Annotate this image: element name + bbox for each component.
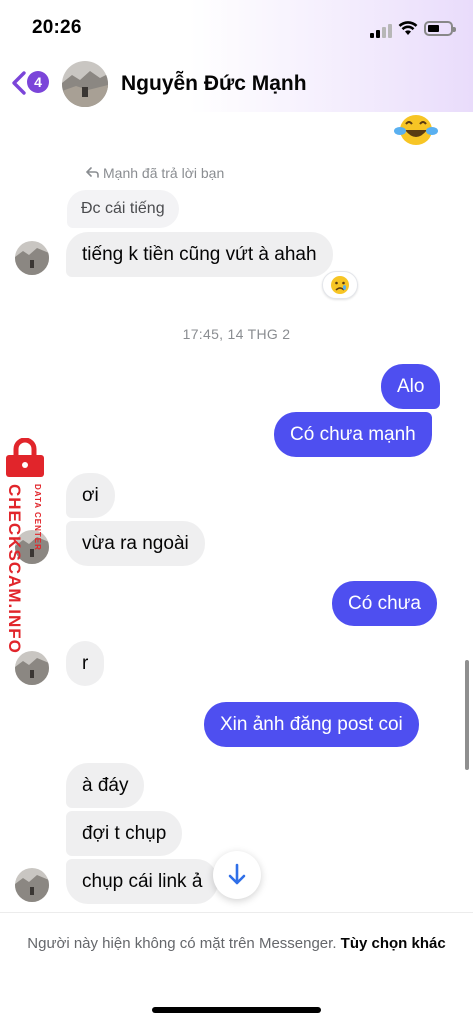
contact-avatar-small: [15, 868, 49, 902]
message-bubble-incoming[interactable]: ơi: [66, 473, 115, 518]
contact-name[interactable]: Nguyễn Đức Mạnh: [121, 72, 307, 96]
availability-notice-text: Người này hiện không có mặt trên Messeng…: [27, 935, 337, 952]
scroll-to-bottom-button[interactable]: [213, 851, 261, 899]
crying-face-icon: [331, 276, 349, 294]
message-bubble-incoming[interactable]: vừa ra ngoài: [66, 521, 205, 566]
contact-avatar[interactable]: [62, 61, 108, 107]
wifi-icon: [398, 21, 418, 35]
back-chevron-icon[interactable]: [10, 70, 28, 96]
home-indicator[interactable]: [152, 1007, 321, 1013]
contact-avatar-small: [15, 241, 49, 275]
conversation-scrollbar[interactable]: [465, 660, 469, 770]
message-bubble-incoming[interactable]: à đáy: [66, 763, 145, 808]
message-bubble-incoming[interactable]: chụp cái link ả: [66, 859, 219, 904]
watermark-subtext: DATA CENTER: [33, 484, 42, 551]
status-time: 20:26: [32, 17, 82, 38]
checkscam-watermark: CHECKSCAM.INFO DATA CENTER: [0, 438, 60, 668]
message-bubble-outgoing[interactable]: Có chưa mạnh: [274, 412, 432, 457]
unread-count-badge[interactable]: 4: [27, 71, 49, 93]
message-bubble-incoming[interactable]: tiếng k tiền cũng vứt à ahah: [66, 232, 333, 277]
reply-note-text: Mạnh đã trả lời bạn: [103, 165, 225, 181]
message-bubble-incoming[interactable]: r: [66, 641, 105, 686]
reaction-badge[interactable]: [322, 271, 358, 299]
status-bar: 20:26: [0, 0, 473, 58]
message-timestamp: 17:45, 14 THG 2: [182, 326, 291, 342]
padlock-icon: [6, 438, 44, 477]
quoted-message-bubble[interactable]: Đc cái tiếng: [67, 190, 179, 228]
tears-of-joy-icon: [394, 115, 438, 145]
more-options-link[interactable]: Tùy chọn khác: [341, 935, 446, 952]
message-bubble-incoming[interactable]: đợi t chụp: [66, 811, 183, 856]
arrow-down-icon: [228, 863, 246, 885]
reply-arrow-icon: [85, 165, 99, 181]
message-bubble-outgoing[interactable]: Có chưa: [332, 581, 437, 626]
cellular-signal-icon: [370, 24, 392, 38]
availability-notice: Người này hiện không có mặt trên Messeng…: [20, 933, 453, 955]
message-bubble-outgoing[interactable]: Alo: [381, 364, 441, 409]
reply-indicator: Mạnh đã trả lời bạn: [85, 165, 225, 181]
message-bubble-outgoing[interactable]: Xin ảnh đăng post coi: [204, 702, 419, 747]
battery-icon: [424, 21, 456, 36]
watermark-text: CHECKSCAM.INFO: [5, 484, 24, 654]
